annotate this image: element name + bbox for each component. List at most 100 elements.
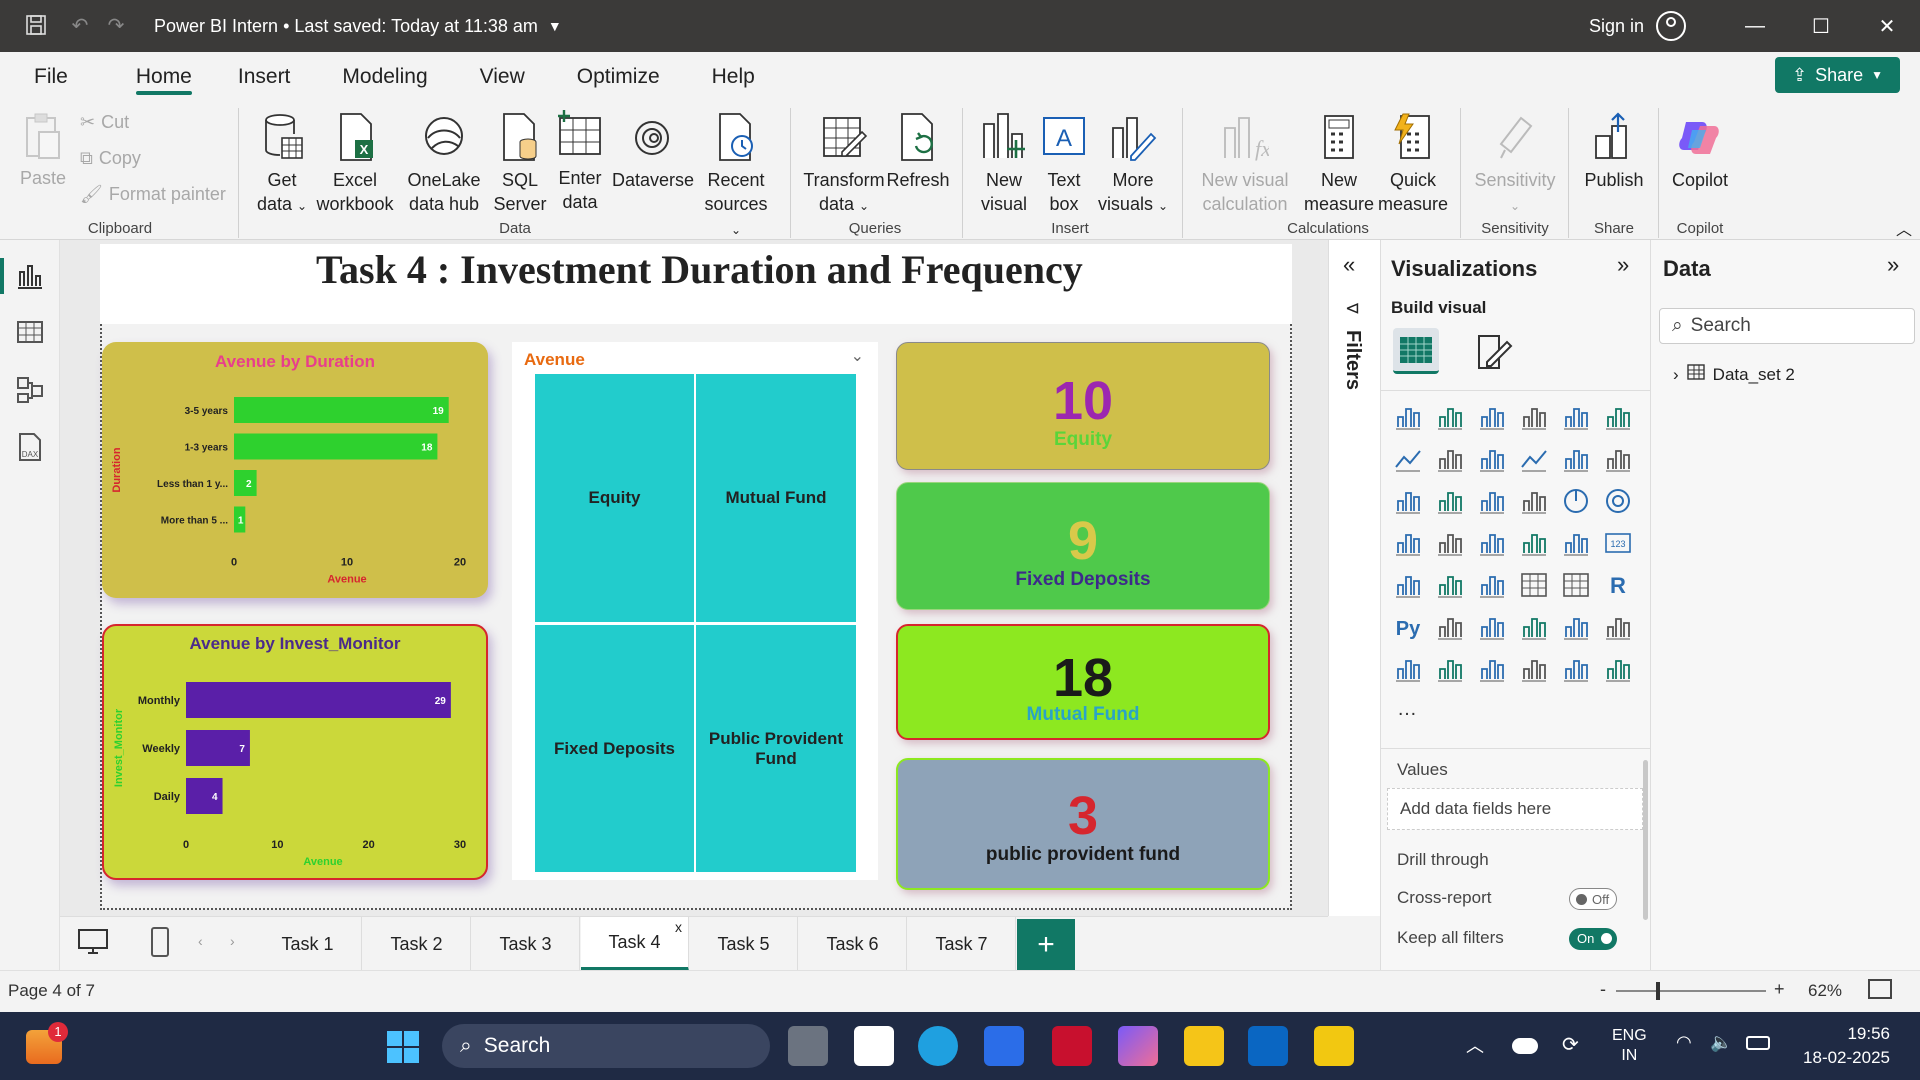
card-icon[interactable]: 123	[1603, 528, 1633, 558]
tab-task-7[interactable]: Task 7	[908, 917, 1016, 971]
enter-data-button[interactable]: Enter data	[552, 110, 608, 214]
linkedin-icon[interactable]	[1248, 1026, 1288, 1066]
menu-home[interactable]: Home	[130, 57, 198, 97]
refresh-button[interactable]: Refresh	[886, 112, 950, 192]
filled-map-icon[interactable]	[1477, 528, 1507, 558]
copilot-taskbar-icon[interactable]	[1118, 1026, 1158, 1066]
100-stacked-column-icon[interactable]	[1603, 402, 1633, 432]
viz-pane-scrollbar[interactable]	[1643, 760, 1648, 920]
show-hidden-icons[interactable]: ︿	[1466, 1032, 1484, 1058]
table-icon[interactable]	[1519, 570, 1549, 600]
power-automate-2-icon[interactable]	[1603, 654, 1633, 684]
python-visual-icon[interactable]: Py	[1393, 612, 1423, 642]
map-icon[interactable]	[1435, 528, 1465, 558]
dax-query-view-icon[interactable]: DAX	[14, 432, 46, 464]
power-bi-taskbar-icon[interactable]	[1314, 1026, 1354, 1066]
onelake-data-hub-button[interactable]: OneLake data hub	[398, 112, 490, 216]
treemap-chevron-icon[interactable]: ⌄	[851, 346, 864, 366]
power-automate-icon[interactable]	[1477, 654, 1507, 684]
zoom-level[interactable]: 62%	[1808, 981, 1842, 1001]
stacked-bar-icon[interactable]	[1393, 402, 1423, 432]
tab-task-2[interactable]: Task 2	[363, 917, 471, 971]
tab-task-5[interactable]: Task 5	[690, 917, 798, 971]
close-button[interactable]: ✕	[1854, 0, 1920, 52]
next-page-icon[interactable]: ›	[230, 933, 235, 949]
title-dropdown-icon[interactable]: ▼	[548, 18, 562, 34]
waterfall-icon[interactable]	[1393, 486, 1423, 516]
r-visual-icon[interactable]: R	[1603, 570, 1633, 600]
collapse-data-icon[interactable]: »	[1887, 252, 1899, 278]
kpi-card-equity[interactable]: 10 Equity	[896, 342, 1270, 470]
keep-all-filters-toggle[interactable]: On	[1569, 928, 1617, 950]
funnel-icon[interactable]	[1477, 486, 1507, 516]
power-apps-2-icon[interactable]	[1561, 654, 1591, 684]
scatter-icon[interactable]	[1519, 486, 1549, 516]
menu-view[interactable]: View	[474, 57, 531, 97]
kpi-icon[interactable]	[1435, 570, 1465, 600]
treemap-icon[interactable]	[1393, 528, 1423, 558]
maximize-button[interactable]: ☐	[1788, 0, 1854, 52]
sign-in-link[interactable]: Sign in	[1589, 16, 1644, 37]
menu-insert[interactable]: Insert	[232, 57, 297, 97]
decomposition-tree-icon[interactable]	[1477, 612, 1507, 642]
values-drop-field[interactable]: Add data fields here	[1387, 788, 1643, 830]
report-view-icon[interactable]	[14, 260, 46, 292]
key-influencers-icon[interactable]	[1435, 612, 1465, 642]
quick-measure-button[interactable]: Quick measure	[1376, 112, 1450, 216]
copy-button[interactable]: ⧉ Copy	[80, 148, 141, 169]
ribbon-icon[interactable]	[1519, 444, 1549, 474]
sql-server-button[interactable]: SQL Server	[492, 112, 548, 216]
column-ribbon-icon[interactable]	[1435, 486, 1465, 516]
stacked-area-icon[interactable]	[1477, 444, 1507, 474]
share-button[interactable]: ⇪ Share ▼	[1775, 57, 1900, 93]
get-data-button[interactable]: Get data ⌄	[252, 112, 312, 218]
qa-icon[interactable]	[1519, 612, 1549, 642]
tab-task-4[interactable]: Task 4 x	[581, 917, 689, 971]
zoom-slider-thumb[interactable]	[1656, 982, 1660, 1000]
recent-sources-button[interactable]: Recent sources ⌄	[700, 112, 772, 242]
task-view-icon[interactable]	[788, 1026, 828, 1066]
filters-pane[interactable]: « ⊲ Filters	[1328, 240, 1380, 916]
menu-help[interactable]: Help	[706, 57, 761, 97]
kpi-card-mutual-fund[interactable]: 18 Mutual Fund	[896, 624, 1270, 740]
pie-icon[interactable]	[1561, 486, 1591, 516]
collapse-left-icon[interactable]: «	[1343, 252, 1355, 278]
goals-icon[interactable]	[1603, 612, 1633, 642]
fit-to-page-icon[interactable]	[1868, 979, 1892, 999]
chart-avenue-by-duration[interactable]: Avenue by Duration 3-5 years 19 1-3 years 1…	[102, 342, 488, 598]
wifi-icon[interactable]: ◠	[1676, 1032, 1692, 1053]
clock[interactable]: 19:56 18-02-2025	[1790, 1022, 1890, 1070]
clustered-column-icon[interactable]	[1519, 402, 1549, 432]
treemap-cell-mutual-fund[interactable]: Mutual Fund	[696, 374, 856, 622]
taskbar-search[interactable]: ⌕ Search	[442, 1024, 770, 1068]
zoom-out-button[interactable]: -	[1600, 979, 1606, 1000]
line-stacked-column-icon[interactable]	[1603, 444, 1633, 474]
tab-task-3[interactable]: Task 3	[472, 917, 580, 971]
copilot-button[interactable]: Copilot	[1664, 112, 1736, 192]
treemap-avenue[interactable]: Avenue ⌄ Equity Mutual Fund Fixed Deposi…	[512, 342, 878, 880]
redo-icon[interactable]: ↷	[104, 14, 128, 38]
transform-data-button[interactable]: Transform data ⌄	[800, 112, 888, 218]
new-visual-button[interactable]: New visual	[974, 110, 1034, 216]
treemap-cell-equity[interactable]: Equity	[535, 374, 694, 622]
multi-row-card-icon[interactable]	[1393, 570, 1423, 600]
matrix-icon[interactable]	[1561, 570, 1591, 600]
mcafee-icon[interactable]	[1052, 1026, 1092, 1066]
battery-icon[interactable]	[1746, 1036, 1770, 1050]
undo-icon[interactable]: ↶	[68, 14, 92, 38]
add-page-button[interactable]: +	[1017, 919, 1075, 971]
mobile-layout-icon[interactable]	[150, 927, 170, 962]
zoom-slider[interactable]	[1616, 982, 1766, 1000]
close-tab-icon[interactable]: x	[675, 919, 682, 935]
app-icon[interactable]	[984, 1026, 1024, 1066]
collapse-right-icon[interactable]: »	[1617, 252, 1629, 278]
paste-button[interactable]: Paste	[18, 112, 68, 190]
clustered-bar-icon[interactable]	[1477, 402, 1507, 432]
treemap-cell-public-provident-fund[interactable]: Public Provident Fund	[696, 625, 856, 872]
save-icon[interactable]	[24, 14, 48, 38]
table-item-data-set-2[interactable]: › Data_set 2	[1673, 364, 1795, 385]
desktop-layout-icon[interactable]	[78, 929, 108, 960]
start-button[interactable]	[386, 1030, 420, 1064]
stacked-column-icon[interactable]	[1435, 402, 1465, 432]
more-visuals-ellipsis[interactable]: …	[1397, 698, 1417, 721]
